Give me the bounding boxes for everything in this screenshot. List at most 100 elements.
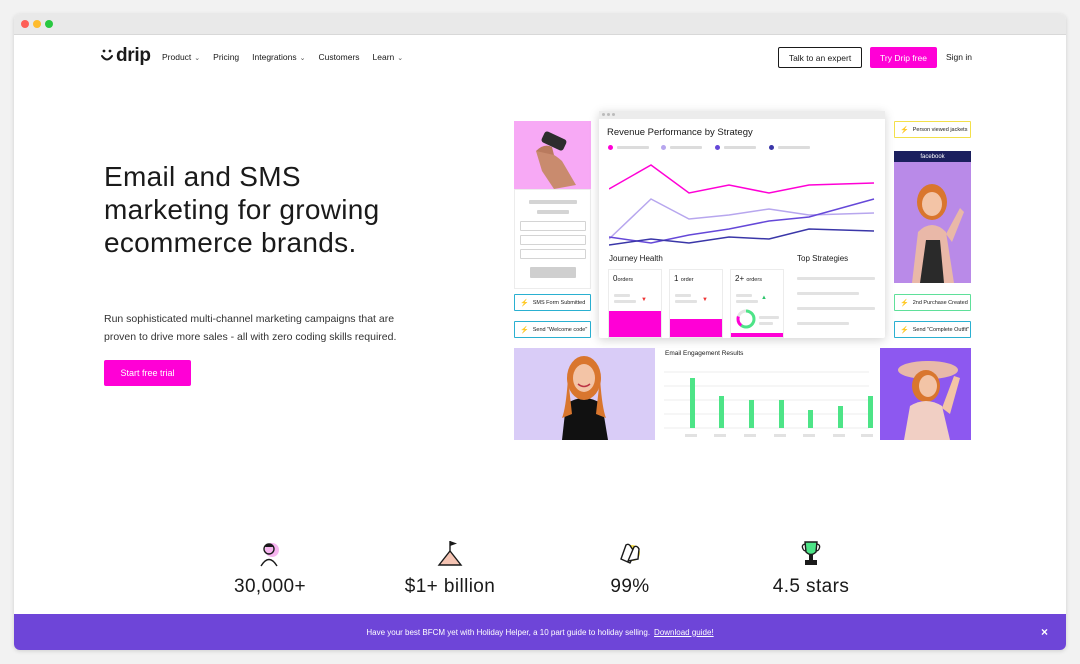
signup-form-preview xyxy=(514,189,591,289)
engagement-bar xyxy=(779,400,784,428)
engagement-title: Email Engagement Results xyxy=(665,350,744,357)
mountain-flag-icon xyxy=(385,539,515,567)
tag-label: 2nd Purchase Created xyxy=(912,299,968,306)
close-icon[interactable]: × xyxy=(1041,625,1048,639)
start-free-trial-button[interactable]: Start free trial xyxy=(104,360,191,386)
down-arrow-icon: ▼ xyxy=(702,297,708,303)
engagement-bar xyxy=(808,410,813,428)
nav-item-learn[interactable]: Learn ⌄ xyxy=(373,52,404,62)
chevron-down-icon: ⌄ xyxy=(194,55,201,62)
hero-subtitle: Run sophisticated multi-channel marketin… xyxy=(104,313,397,343)
nav-item-label: Pricing xyxy=(213,52,240,62)
engagement-bar xyxy=(749,400,754,428)
revenue-chart-title: Revenue Performance by Strategy xyxy=(607,127,753,138)
hero-title: Email and SMS marketing for growing ecom… xyxy=(104,161,380,258)
revenue-line-chart xyxy=(609,164,875,246)
legend-dot-lavender xyxy=(661,145,666,150)
second-purchase-tag: ⚡ 2nd Purchase Created xyxy=(894,294,971,311)
down-arrow-icon: ▼ xyxy=(641,297,647,303)
viewed-jackets-tag: ⚡ Person viewed jackets xyxy=(894,121,971,138)
nav-item-label: Learn xyxy=(372,52,395,62)
journey-col-0: 0orders ▼ xyxy=(608,269,662,338)
lightning-icon: ⚡ xyxy=(520,326,529,334)
journey-count: 1 xyxy=(674,274,679,283)
stat-value: 4.5 stars xyxy=(772,576,850,597)
legend-dot-navy xyxy=(769,145,774,150)
legend-dot-purple xyxy=(715,145,720,150)
journey-health-title: Journey Health xyxy=(609,254,663,263)
nav-menu: Product ⌄ Pricing Integrations ⌄ Customers… xyxy=(162,52,403,62)
stat-rating: 4.5 stars xyxy=(746,539,876,604)
journey-unit: orders xyxy=(746,277,762,283)
maximize-window-icon[interactable] xyxy=(45,20,53,28)
chevron-down-icon: ⌄ xyxy=(397,55,404,62)
smiling-woman-photo xyxy=(514,348,655,440)
stat-satisfaction: 99% xyxy=(565,539,695,604)
drip-smile-icon xyxy=(101,49,113,61)
journey-bar xyxy=(731,333,783,337)
facebook-label: facebook xyxy=(894,151,971,162)
lightning-icon: ⚡ xyxy=(900,126,909,134)
tag-label: SMS Form Submitted xyxy=(532,299,586,306)
nav-item-label: Customers xyxy=(318,52,360,62)
drip-logo[interactable]: drip xyxy=(100,45,151,67)
series-lavender xyxy=(609,198,875,240)
revenue-dashboard-card: Revenue Performance by Strategy Journey … xyxy=(599,111,885,338)
high-five-icon xyxy=(565,539,695,567)
title-bar xyxy=(14,14,1066,35)
tag-label: Send "Complete Outfit" xyxy=(912,326,970,333)
talk-to-expert-button[interactable]: Talk to an expert xyxy=(778,47,862,68)
nav-item-pricing[interactable]: Pricing xyxy=(213,52,239,62)
journey-col-label: 2+ orders xyxy=(735,274,762,283)
stat-value: 30,000+ xyxy=(233,576,306,597)
top-nav: drip Product ⌄ Pricing Integrations ⌄ Cust… xyxy=(14,35,1066,79)
sign-in-link[interactable]: Sign in xyxy=(946,52,972,62)
journey-count: 2+ xyxy=(735,274,745,283)
minimize-window-icon[interactable] xyxy=(33,20,41,28)
engagement-bar xyxy=(690,378,695,428)
lightning-icon: ⚡ xyxy=(900,326,909,334)
journey-unit: order xyxy=(680,277,694,283)
up-arrow-icon: ▲ xyxy=(761,295,767,301)
hat-woman-photo xyxy=(880,348,971,440)
journey-bar xyxy=(670,319,722,337)
journey-col-1: 1 order ▼ xyxy=(669,269,723,338)
journey-col-2: 2+ orders ▲ xyxy=(730,269,784,338)
banner-text: Have your best BFCM yet with Holiday Hel… xyxy=(366,627,651,637)
nav-item-label: Integrations xyxy=(252,52,297,62)
chevron-down-icon: ⌄ xyxy=(299,55,306,62)
welcome-code-tag: ⚡ Send "Welcome code" xyxy=(514,321,591,338)
tag-label: Person viewed jackets xyxy=(912,126,968,133)
legend-dot-magenta xyxy=(608,145,613,150)
stat-value: $1+ billion xyxy=(404,576,496,597)
logo-text: drip xyxy=(116,45,151,66)
stat-revenue: $1+ billion xyxy=(385,539,515,604)
close-window-icon[interactable] xyxy=(21,20,29,28)
series-magenta xyxy=(609,164,875,194)
promo-banner: Have your best BFCM yet with Holiday Hel… xyxy=(14,614,1066,650)
nav-item-label: Product xyxy=(162,52,192,62)
phone-hand-photo xyxy=(514,121,591,189)
lightning-icon: ⚡ xyxy=(520,299,529,307)
journey-unit: orders xyxy=(617,277,634,283)
complete-outfit-tag: ⚡ Send "Complete Outfit" xyxy=(894,321,971,338)
browser-window: drip Product ⌄ Pricing Integrations ⌄ Cust… xyxy=(14,14,1066,650)
woman-photo xyxy=(912,184,964,283)
engagement-bar xyxy=(868,396,873,428)
person-icon xyxy=(205,539,335,567)
engagement-bar-chart xyxy=(664,371,873,437)
nav-item-product[interactable]: Product ⌄ xyxy=(162,52,200,62)
engagement-bar xyxy=(838,406,843,428)
journey-col-label: 0orders xyxy=(613,274,633,283)
sms-form-tag: ⚡ SMS Form Submitted xyxy=(514,294,591,311)
engagement-bar xyxy=(719,396,724,428)
try-drip-free-button[interactable]: Try Drip free xyxy=(870,47,937,68)
stat-value: 99% xyxy=(610,576,650,597)
donut-progress-icon xyxy=(736,309,756,329)
card-window-controls xyxy=(599,111,885,119)
journey-col-label: 1 order xyxy=(674,274,694,283)
download-guide-link[interactable]: Download guide! xyxy=(654,628,714,637)
nav-item-integrations[interactable]: Integrations ⌄ xyxy=(252,52,305,62)
nav-item-customers[interactable]: Customers xyxy=(318,52,359,62)
journey-bar xyxy=(609,311,661,337)
